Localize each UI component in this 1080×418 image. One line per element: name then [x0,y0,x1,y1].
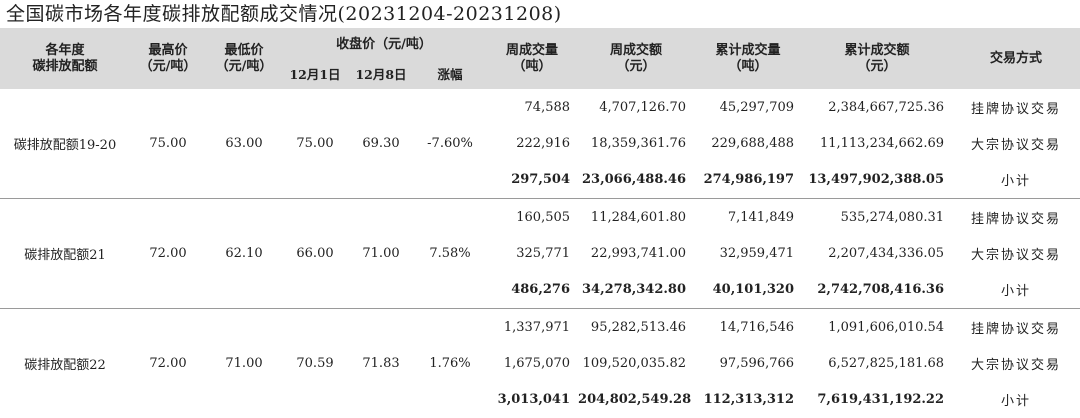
table-row: 碳排放配额19-2075.0063.0075.0069.30-7.60%74,5… [0,89,1080,125]
cum-amount: 11,113,234,662.69 [802,125,952,161]
week-amount: 95,282,513.46 [578,309,694,346]
week-amount: 4,707,126.70 [578,89,694,125]
cum-volume: 229,688,488 [694,125,802,161]
header-high-price: 最高价 （元/吨） [130,28,206,89]
week-amount: 34,278,342.80 [578,271,694,309]
cum-volume: 40,101,320 [694,271,802,309]
cum-amount: 2,207,434,336.05 [802,235,952,271]
header-dec1: 12月1日 [282,61,348,89]
cum-amount: 7,619,431,192.22 [802,381,952,418]
low-price: 63.00 [206,89,282,199]
cum-volume: 274,986,197 [694,161,802,199]
week-volume: 1,675,070 [486,345,578,381]
cum-amount: 1,091,606,010.54 [802,309,952,346]
week-amount: 109,520,035.82 [578,345,694,381]
close-dec8: 71.00 [348,199,414,309]
cum-volume: 112,313,312 [694,381,802,418]
table-row: 碳排放配额2172.0062.1066.0071.007.58%160,5051… [0,199,1080,236]
cum-amount: 2,742,708,416.36 [802,271,952,309]
close-dec1: 70.59 [282,309,348,418]
header-week-amount: 周成交额 （元） [578,28,694,89]
week-volume: 1,337,971 [486,309,578,346]
price-change: -7.60% [414,89,486,199]
price-change: 1.76% [414,309,486,418]
trade-method: 大宗协议交易 [952,235,1080,271]
header-close-price: 收盘价（元/吨） [282,28,486,61]
close-dec1: 75.00 [282,89,348,199]
week-volume: 486,276 [486,271,578,309]
cum-amount: 535,274,080.31 [802,199,952,236]
cum-volume: 7,141,849 [694,199,802,236]
week-volume: 74,588 [486,89,578,125]
trade-method: 小计 [952,381,1080,418]
allowance-name: 碳排放配额19-20 [0,89,130,199]
header-change: 涨幅 [414,61,486,89]
cum-volume: 14,716,546 [694,309,802,346]
trade-method: 小计 [952,161,1080,199]
carbon-trade-table: 各年度 碳排放配额 最高价 （元/吨） 最低价 （元/吨） 收盘价（元/吨） 周… [0,28,1080,418]
week-volume: 297,504 [486,161,578,199]
close-dec8: 71.83 [348,309,414,418]
high-price: 75.00 [130,89,206,199]
allowance-name: 碳排放配额21 [0,199,130,309]
table-row: 碳排放配额2272.0071.0070.5971.831.76%1,337,97… [0,309,1080,346]
week-volume: 160,505 [486,199,578,236]
trade-method: 挂牌协议交易 [952,199,1080,236]
week-amount: 11,284,601.80 [578,199,694,236]
table-body: 碳排放配额19-2075.0063.0075.0069.30-7.60%74,5… [0,89,1080,418]
trade-method: 挂牌协议交易 [952,89,1080,125]
high-price: 72.00 [130,309,206,418]
week-amount: 18,359,361.76 [578,125,694,161]
week-amount: 204,802,549.28 [578,381,694,418]
week-amount: 22,993,741.00 [578,235,694,271]
header-trade-method: 交易方式 [952,28,1080,89]
week-volume: 325,771 [486,235,578,271]
trade-method: 大宗协议交易 [952,125,1080,161]
allowance-name: 碳排放配额22 [0,309,130,418]
trade-method: 挂牌协议交易 [952,309,1080,346]
price-change: 7.58% [414,199,486,309]
trade-method: 小计 [952,271,1080,309]
high-price: 72.00 [130,199,206,309]
cum-amount: 2,384,667,725.36 [802,89,952,125]
header-dec8: 12月8日 [348,61,414,89]
week-volume: 222,916 [486,125,578,161]
header-low-price: 最低价 （元/吨） [206,28,282,89]
week-amount: 23,066,488.46 [578,161,694,199]
low-price: 62.10 [206,199,282,309]
low-price: 71.00 [206,309,282,418]
header-cum-volume: 累计成交量 （吨） [694,28,802,89]
header-cum-amount: 累计成交额 （元） [802,28,952,89]
header-allowance: 各年度 碳排放配额 [0,28,130,89]
page-title: 全国碳市场各年度碳排放配额成交情况(20231204-20231208) [0,0,1080,28]
close-dec1: 66.00 [282,199,348,309]
cum-volume: 97,596,766 [694,345,802,381]
cum-amount: 6,527,825,181.68 [802,345,952,381]
trade-method: 大宗协议交易 [952,345,1080,381]
cum-amount: 13,497,902,388.05 [802,161,952,199]
week-volume: 3,013,041 [486,381,578,418]
header-week-volume: 周成交量 （吨） [486,28,578,89]
close-dec8: 69.30 [348,89,414,199]
cum-volume: 32,959,471 [694,235,802,271]
cum-volume: 45,297,709 [694,89,802,125]
